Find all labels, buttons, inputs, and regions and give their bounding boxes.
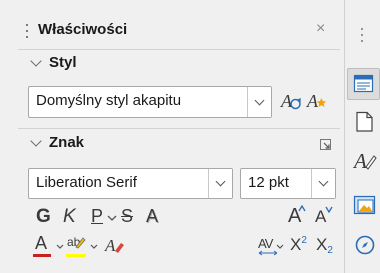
chevron-down-icon <box>30 54 42 67</box>
highlight-color-swatch <box>66 254 86 257</box>
shrink-font-button[interactable]: A <box>315 206 333 227</box>
font-size-value: 12 pkt <box>248 174 289 191</box>
clear-formatting-icon[interactable]: A <box>104 234 126 256</box>
underline-dropdown-icon[interactable] <box>107 215 117 223</box>
divider <box>18 49 340 50</box>
highlight-color-button[interactable]: ab <box>66 233 88 259</box>
new-style-icon[interactable]: A <box>305 90 329 112</box>
panel-grip-icon[interactable] <box>26 24 29 38</box>
section-header-character[interactable]: Znak <box>28 134 84 151</box>
svg-text:A: A <box>280 91 293 111</box>
font-size-dropdown-button[interactable] <box>311 169 335 198</box>
font-color-dropdown-icon[interactable] <box>56 244 64 250</box>
spacing-label: AV <box>258 236 273 251</box>
font-color-label: A <box>35 233 48 253</box>
more-options-icon[interactable] <box>319 138 333 152</box>
font-color-button[interactable]: A <box>33 233 55 259</box>
font-name-combobox[interactable]: Liberation Serif <box>28 168 233 199</box>
chevron-down-icon <box>318 176 329 187</box>
font-name-dropdown-button[interactable] <box>208 169 232 198</box>
grow-font-button[interactable]: A <box>288 205 306 228</box>
shadow-button[interactable]: A <box>146 206 158 227</box>
gallery-icon[interactable] <box>353 195 377 217</box>
close-icon[interactable]: × <box>316 20 325 38</box>
subscript-mark: 2 <box>327 245 333 256</box>
superscript-button[interactable]: X2 <box>290 235 307 255</box>
section-title-character: Znak <box>49 134 85 151</box>
chevron-down-icon <box>254 95 265 105</box>
italic-button[interactable]: K <box>63 206 76 228</box>
chevron-down-icon <box>215 176 226 187</box>
font-size-combobox[interactable]: 12 pkt <box>240 168 336 199</box>
section-header-style[interactable]: Styl <box>28 54 77 71</box>
arrow-down-icon <box>325 206 333 213</box>
subscript-button[interactable]: X2 <box>316 235 333 256</box>
superscript-mark: 2 <box>301 235 307 246</box>
underline-button[interactable]: P <box>91 206 103 227</box>
svg-text:A: A <box>353 149 367 172</box>
divider <box>18 128 340 129</box>
panel-title: Właściwości <box>38 21 128 38</box>
highlight-dropdown-icon[interactable] <box>90 244 98 250</box>
font-color-swatch <box>33 254 51 257</box>
strikethrough-button[interactable]: S <box>121 206 133 227</box>
paragraph-style-combobox[interactable]: Domyślny styl akapitu <box>28 86 272 118</box>
pen-icon <box>75 237 86 249</box>
subscript-label: X <box>316 235 328 254</box>
svg-text:A: A <box>306 91 319 111</box>
superscript-label: X <box>290 235 302 254</box>
update-style-icon[interactable]: A <box>279 90 303 112</box>
spacing-dropdown-icon[interactable] <box>276 244 284 250</box>
paragraph-style-value: Domyślny styl akapitu <box>36 92 182 109</box>
navigator-icon[interactable] <box>354 234 376 256</box>
paragraph-style-dropdown-button[interactable] <box>247 87 271 117</box>
spacing-arrows-icon <box>258 250 278 256</box>
font-name-value: Liberation Serif <box>36 174 137 191</box>
arrow-up-icon <box>298 205 306 212</box>
chevron-down-icon <box>30 134 42 147</box>
styles-icon[interactable]: A <box>353 148 377 172</box>
section-title-style: Styl <box>49 54 77 71</box>
sidebar-menu-icon[interactable] <box>361 28 364 42</box>
svg-text:A: A <box>104 236 116 255</box>
properties-icon[interactable] <box>353 74 375 94</box>
page-icon[interactable] <box>355 111 375 133</box>
bold-button[interactable]: G <box>36 206 51 228</box>
